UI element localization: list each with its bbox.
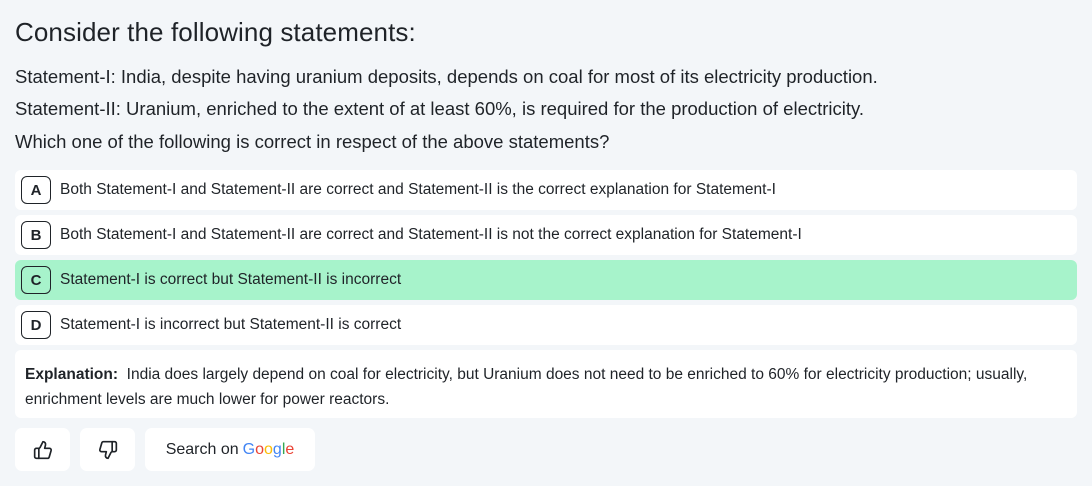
option-text: Statement-I is correct but Statement-II … (60, 271, 402, 288)
explanation-text: India does largely depend on coal for el… (25, 366, 1028, 408)
option-letter-badge: B (21, 221, 51, 249)
option-text: Statement-I is incorrect but Statement-I… (60, 316, 402, 333)
explanation-box: Explanation: India does largely depend o… (15, 350, 1077, 418)
thumbs-up-icon (33, 440, 52, 459)
option-letter-badge: A (21, 176, 51, 204)
statement-1: Statement-I: India, despite having urani… (15, 66, 878, 87)
statement-2: Statement-II: Uranium, enriched to the e… (15, 98, 865, 119)
google-wordmark: Google (242, 440, 295, 458)
search-on-google-button[interactable]: Search on Google (145, 428, 315, 471)
option-a[interactable]: A Both Statement-I and Statement-II are … (15, 170, 1077, 210)
dislike-button[interactable] (80, 428, 135, 471)
explanation-label: Explanation: (25, 366, 119, 383)
question-title: Consider the following statements: (15, 17, 416, 47)
option-b[interactable]: B Both Statement-I and Statement-II are … (15, 215, 1077, 255)
option-letter-badge: C (21, 266, 51, 294)
like-button[interactable] (15, 428, 70, 471)
option-d[interactable]: D Statement-I is incorrect but Statement… (15, 305, 1077, 345)
option-text: Both Statement-I and Statement-II are co… (60, 226, 802, 243)
search-prefix: Search on (165, 440, 239, 458)
question-prompt: Which one of the following is correct in… (15, 131, 610, 152)
option-letter-badge: D (21, 311, 51, 339)
thumbs-down-icon (98, 440, 117, 459)
quiz-page: Consider the following statements: State… (0, 0, 1092, 486)
option-text: Both Statement-I and Statement-II are co… (60, 181, 776, 198)
option-c-correct[interactable]: C Statement-I is correct but Statement-I… (15, 260, 1077, 300)
